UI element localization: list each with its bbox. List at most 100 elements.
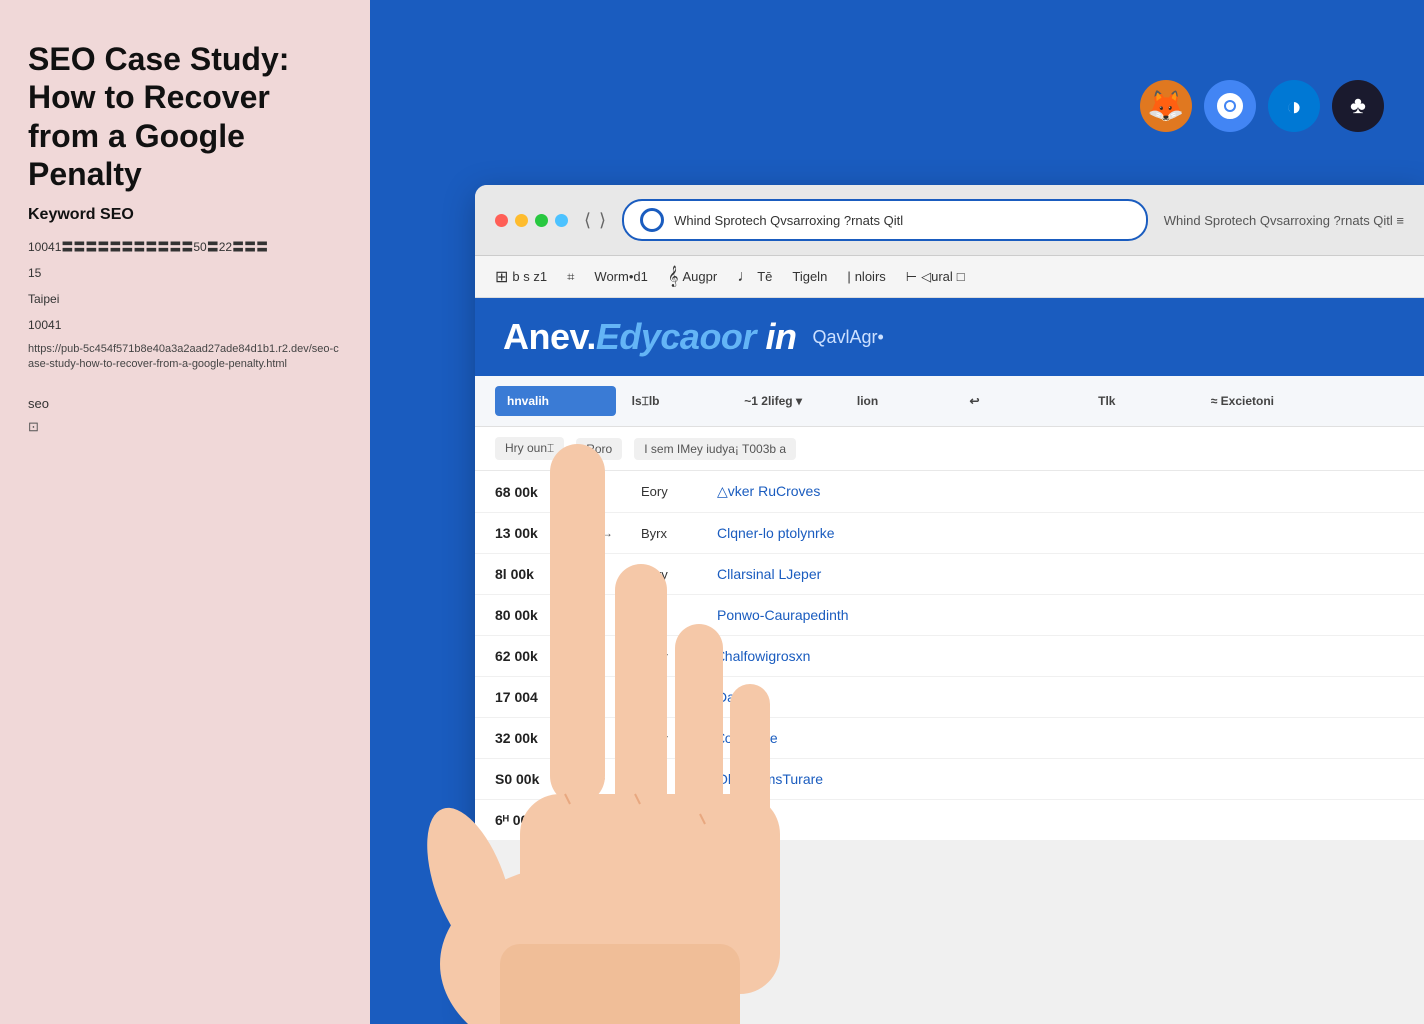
cell-tag-8: Nillv (641, 772, 701, 787)
cell-value-5: 62 00k (495, 648, 585, 664)
cell-arrow-2: → (601, 526, 625, 540)
cell-arrow-1: • (601, 485, 625, 499)
nav-buttons: ⟨ ⟩ (584, 210, 606, 231)
filter-2[interactable]: Roro (576, 438, 622, 460)
page-header: Anev.Edycaoor in QavlAgr• (475, 298, 1424, 376)
toolbar2-item-2: ⌗ (567, 269, 574, 285)
cell-tag-7: Bory (641, 731, 701, 746)
cell-value-7: 32 00k (495, 730, 585, 746)
wormdi-label: Worm•d1 (594, 269, 647, 284)
cell-value-9: 6ᴴ 00k (495, 812, 585, 828)
address-circle-icon (640, 208, 664, 232)
table-row: 80 00k • Bylg Ponwᴏ-Caurapedinth (475, 595, 1424, 636)
toolbar2-item-augpr: 𝄞 Augpr (668, 266, 717, 287)
filter-3[interactable]: I sem IMey iudya¡ T003b a (634, 438, 796, 460)
col-header-4: lion (857, 394, 954, 408)
edge-icon[interactable]: ◑ (1268, 80, 1320, 132)
filter-1[interactable]: Hry oun⌶ (495, 437, 564, 460)
table-row: 8l 00k • Egry Cllarsinal LJeper (475, 554, 1424, 595)
tl-minimize[interactable] (515, 214, 528, 227)
cell-arrow-5: • (601, 649, 625, 663)
seo-tag: seo (28, 396, 342, 411)
toolbar2-item-te: ♩ Tē (737, 268, 772, 286)
table-row: 13 00k → Byrx Clqner-lo ptolynrke (475, 513, 1424, 554)
tl-close[interactable] (495, 214, 508, 227)
left-panel: SEO Case Study: How to Recover from a Go… (0, 0, 370, 1024)
table-header-row: hnvalih ls⌶lb ~1 2lifeg ▾ lion ↩ Tlk ≈ E… (475, 376, 1424, 427)
toolbar2-separator: | nloirs (847, 269, 885, 284)
col-header-5: ↩ (970, 394, 1018, 408)
meta-line-2: 15 (28, 264, 342, 282)
cell-arrow-6: • (601, 690, 625, 704)
nloirs-label: nloirs (855, 269, 886, 284)
cell-value-8: S0 00k (495, 771, 585, 787)
toolbar2-label-1: b s z1 (512, 269, 547, 284)
address-text: Whind Sprotech Qvsarroxing ?rnats Qitl (674, 213, 1130, 228)
cell-tag-6: Rylg (641, 690, 701, 705)
cell-value-3: 8l 00k (495, 566, 585, 582)
page-header-subtitle: QavlAgr• (812, 327, 883, 348)
nav-back-icon[interactable]: ⟨ (584, 210, 591, 231)
cell-name-1: △vker RuCroves (717, 483, 1404, 500)
header-part1: Anev. (503, 316, 596, 357)
tl-extra (555, 214, 568, 227)
page-content: Anev.Edycaoor in QavlAgr• hnvalih ls⌶lb … (475, 298, 1424, 841)
tl-maximize[interactable] (535, 214, 548, 227)
te-label: Tē (757, 269, 772, 284)
augpr-label: Augpr (683, 269, 718, 284)
music-icon: 𝄞 (668, 266, 679, 287)
ural-box: □ (957, 269, 965, 284)
header-part3: in (765, 316, 796, 357)
te-icon: ♩ (737, 268, 753, 286)
toolbar-extra-text: Whind Sprotech Qvsarroxing ?rnats Qitl ≡ (1164, 213, 1404, 228)
nav-forward-icon[interactable]: ⟩ (599, 210, 606, 231)
browser-window: ⟨ ⟩ Whind Sprotech Qvsarroxing ?rnats Qi… (475, 185, 1424, 1024)
meta-line-1: 10041〓〓〓〓〓〓〓〓〓〓〓50〓22〓〓〓 (28, 238, 342, 256)
table-row: S0 00k • Nillv OhrepemsTurare (475, 759, 1424, 800)
cell-name-7: €owerave (717, 730, 1404, 746)
cell-tag-4: Bylg (641, 608, 701, 623)
cell-name-5: €halfowigrosxn (717, 648, 1404, 664)
cell-arrow-4: • (601, 608, 625, 622)
col-header-7: Tlk (1098, 394, 1195, 408)
toolbar2-item-wormdi: Worm•d1 (594, 269, 647, 284)
filter-row: Hry oun⌶ Roro I sem IMey iudya¡ T003b a (475, 427, 1424, 471)
cell-value-2: 13 00k (495, 525, 585, 541)
tag-icon: ⊡ (28, 419, 342, 435)
table-row: 32 00k • Bory €owerave (475, 718, 1424, 759)
page-url: https://pub-5c454f571b8e40a3a2aad27ade84… (28, 342, 342, 373)
cell-tag-1: Eory (641, 484, 701, 499)
table-row: 17 004 • Rylg Dalywo (475, 677, 1424, 718)
browser-toolbar2: ⊞ b s z1 ⌗ Worm•d1 𝄞 Augpr ♩ Tē Tigeln | (475, 256, 1424, 298)
extension-icon[interactable]: ♣ (1332, 80, 1384, 132)
traffic-lights (495, 214, 568, 227)
meta-city: Taipei (28, 290, 342, 308)
browser-toolbar-extra: Whind Sprotech Qvsarroxing ?rnats Qitl ≡ (1164, 213, 1404, 228)
cell-name-2: Clqner-lo ptolynrke (717, 525, 1404, 541)
firefox-icon[interactable]: 🦊 (1140, 80, 1192, 132)
keyword-subtitle: Keyword SEO (28, 206, 342, 224)
header-part2: Edycaoor (596, 316, 756, 357)
ural-label: ◁ural (921, 269, 953, 285)
tigeln-label: Tigeln (792, 269, 827, 284)
toolbar2-icon-1: ⊞ (495, 267, 508, 287)
chrome-icon[interactable] (1204, 80, 1256, 132)
meta-line-4: 10041 (28, 316, 342, 334)
table-row: 62 00k • Bury €halfowigrosxn (475, 636, 1424, 677)
separator-icon: | (847, 269, 850, 284)
right-panel: 🦊 ◑ ♣ ⟨ ⟩ (370, 0, 1424, 1024)
cell-arrow-9: • (601, 813, 625, 827)
browser-chrome-bar: ⟨ ⟩ Whind Sprotech Qvsarroxing ?rnats Qi… (475, 185, 1424, 256)
col-header-1: hnvalih (495, 386, 616, 416)
cell-value-4: 80 00k (495, 607, 585, 623)
page-header-title: Anev.Edycaoor in (503, 316, 796, 358)
cell-arrow-3: • (601, 567, 625, 581)
address-bar[interactable]: Whind Sprotech Qvsarroxing ?rnats Qitl (622, 199, 1148, 241)
cell-arrow-7: • (601, 731, 625, 745)
cell-name-4: Ponwᴏ-Caurapedinth (717, 607, 1404, 623)
cell-tag-5: Bury (641, 649, 701, 664)
cell-value-1: 68 00k (495, 484, 585, 500)
col-header-2: ls⌶lb (632, 394, 729, 409)
toolbar2-item-ural: ⊢ ◁ural □ (906, 269, 965, 285)
page-title: SEO Case Study: How to Recover from a Go… (28, 40, 342, 194)
